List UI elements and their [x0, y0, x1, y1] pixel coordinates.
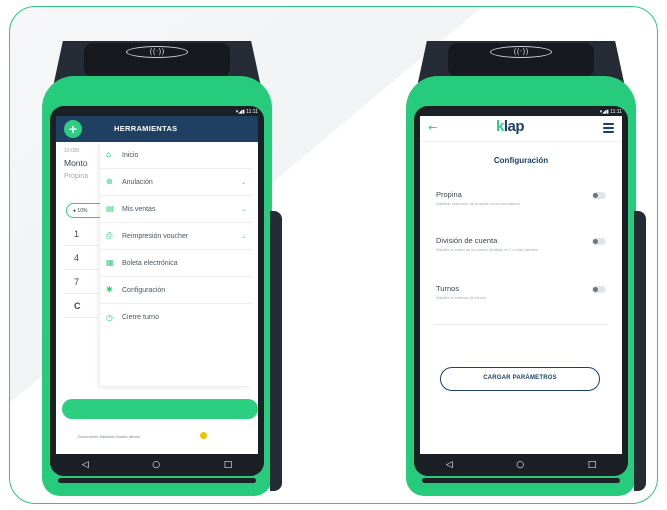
home-nav-icon[interactable]: ○ [516, 460, 524, 470]
amount-hint: 10.000 [64, 148, 80, 154]
app-screen: + HERRAMIENTAS 10.000 Monto Propina ● 10… [56, 116, 258, 454]
setting-description: Habilita el cobro de la cuenta dividida … [436, 247, 538, 252]
pos-terminal-left: ((·)) ▾◢▮ 11:11 + HERRAMIENTAS 10.000 Mo… [40, 21, 282, 496]
menu-item-label: Mis ventas [122, 205, 156, 213]
keypad-key[interactable]: 4 [64, 248, 98, 270]
menu-item-boleta[interactable]: ▦ Boleta electrónica [100, 250, 252, 277]
screen-bezel: ▾◢▮ 11:11 ← klap Configuración Propina H… [414, 106, 628, 476]
menu-item-label: Boleta electrónica [122, 259, 178, 267]
menu-item-mis-ventas[interactable]: ▤ Mis ventas ⌄ [100, 196, 252, 223]
menu-item-inicio[interactable]: ⌂ Inicio [100, 142, 252, 169]
app-header: + HERRAMIENTAS [56, 116, 258, 142]
terminal-grip [634, 211, 646, 491]
chevron-down-icon: ⌄ [240, 205, 246, 213]
recents-nav-icon[interactable]: □ [588, 460, 597, 470]
menu-item-label: Anulación [122, 178, 153, 186]
menu-item-anulacion[interactable]: ⊗ Anulación ⌄ [100, 169, 252, 196]
print-icon: ⎙ [106, 231, 113, 240]
screen-bezel: ▾◢▮ 11:11 + HERRAMIENTAS 10.000 Monto Pr… [50, 106, 264, 476]
propina-toggle[interactable] [592, 192, 606, 199]
division-toggle[interactable] [592, 238, 606, 245]
chevron-down-icon: ⌄ [240, 178, 246, 186]
app-screen: ← klap Configuración Propina Habilitar s… [420, 116, 622, 454]
gear-icon: ✱ [106, 285, 113, 294]
drawer-title: HERRAMIENTAS [114, 124, 178, 133]
add-button[interactable]: + [64, 120, 82, 138]
tip-label: Propina [64, 173, 89, 180]
home-nav-icon[interactable]: ○ [152, 460, 160, 470]
menu-item-label: Reimpresión voucher [122, 232, 189, 240]
menu-item-reimpresion[interactable]: ⎙ Reimpresión voucher ⌄ [100, 223, 252, 250]
cancel-icon: ⊗ [106, 177, 113, 186]
setting-label: Propina [436, 190, 462, 199]
setting-row-propina: Propina Habilitar selección de propina e… [436, 190, 606, 206]
chevron-down-icon: ⌄ [240, 232, 246, 240]
recents-nav-icon[interactable]: □ [224, 460, 233, 470]
turnos-toggle[interactable] [592, 286, 606, 293]
system-nav-bar: ◁ ○ □ [414, 454, 628, 476]
back-arrow-icon[interactable]: ← [428, 121, 437, 134]
amount-label: Monto [64, 158, 88, 168]
menu-item-configuracion[interactable]: ✱ Configuración [100, 277, 252, 304]
app-header: ← klap [420, 116, 622, 142]
setting-description: Habilitar selección de propina en la cal… [436, 201, 520, 206]
load-parameters-button[interactable]: CARGAR PARÁMETROS [440, 367, 600, 391]
document-type-label: Documento tributario Boleta afecta [78, 434, 140, 439]
keypad-clear-key[interactable]: C [64, 296, 98, 318]
showcase-frame: ((·)) ▾◢▮ 11:11 + HERRAMIENTAS 10.000 Mo… [9, 6, 658, 504]
setting-description: Habilita el sistema de turnos [436, 295, 487, 300]
nfc-icon: ((·)) [126, 46, 188, 58]
terminal-grip [270, 211, 282, 491]
setting-label: Turnos [436, 284, 460, 293]
menu-item-label: Configuración [122, 286, 166, 294]
back-nav-icon[interactable]: ◁ [446, 460, 453, 470]
keypad-key[interactable]: 7 [64, 272, 98, 294]
navigation-drawer: ⌂ Inicio ⊗ Anulación ⌄ ▤ Mis ventas ⌄ ⎙ … [100, 142, 252, 386]
document-icon: ▦ [106, 258, 114, 267]
info-dot-icon [200, 432, 207, 439]
back-nav-icon[interactable]: ◁ [82, 460, 89, 470]
klap-logo: klap [496, 118, 525, 135]
menu-item-cierre-turno[interactable]: ◷ Cierre turno [100, 304, 252, 331]
home-icon: ⌂ [106, 150, 112, 159]
system-nav-bar: ◁ ○ □ [50, 454, 264, 476]
pos-terminal-right: ((·)) ▾◢▮ 11:11 ← klap Configuración Pro… [404, 21, 646, 496]
setting-row-division: División de cuenta Habilita el cobro de … [436, 236, 606, 252]
card-slot [422, 478, 620, 483]
setting-label: División de cuenta [436, 236, 498, 245]
keypad-key[interactable]: 1 [64, 224, 98, 246]
card-slot [58, 478, 256, 483]
nfc-icon: ((·)) [490, 46, 552, 58]
menu-item-label: Cierre turno [122, 314, 159, 321]
page-title: Configuración [493, 156, 549, 165]
menu-item-label: Inicio [122, 151, 139, 159]
charge-button[interactable] [62, 399, 258, 419]
receipt-icon: ▤ [106, 204, 114, 213]
clock-icon: ◷ [106, 312, 113, 322]
divider [434, 324, 608, 325]
setting-row-turnos: Turnos Habilita el sistema de turnos [436, 284, 606, 300]
hamburger-menu-icon[interactable] [603, 123, 614, 135]
